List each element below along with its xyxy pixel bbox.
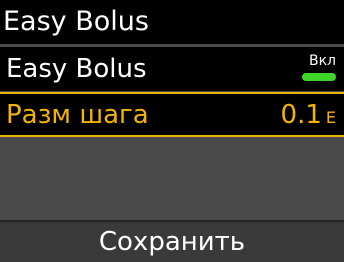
pump-screen: Easy Bolus Easy Bolus Вкл Разм шага 0.1 Е… — [0, 0, 344, 262]
easy-bolus-row[interactable]: Easy Bolus Вкл — [0, 47, 344, 91]
save-button-label: Сохранить — [98, 227, 246, 257]
step-size-row[interactable]: Разм шага 0.1 Е — [0, 92, 344, 137]
title-bar: Easy Bolus — [0, 0, 344, 44]
empty-list-area — [0, 137, 344, 217]
toggle-on-indicator-icon — [302, 73, 336, 81]
step-size-label: Разм шага — [6, 100, 149, 130]
easy-bolus-label: Easy Bolus — [6, 54, 147, 84]
step-size-value-group: 0.1 Е — [281, 98, 336, 132]
step-size-unit: Е — [325, 108, 336, 127]
step-size-value: 0.1 — [280, 100, 322, 130]
toggle-state-text: Вкл — [308, 53, 336, 69]
easy-bolus-toggle[interactable]: Вкл — [302, 53, 336, 87]
screen-title: Easy Bolus — [3, 6, 149, 37]
save-button[interactable]: Сохранить — [0, 220, 344, 262]
